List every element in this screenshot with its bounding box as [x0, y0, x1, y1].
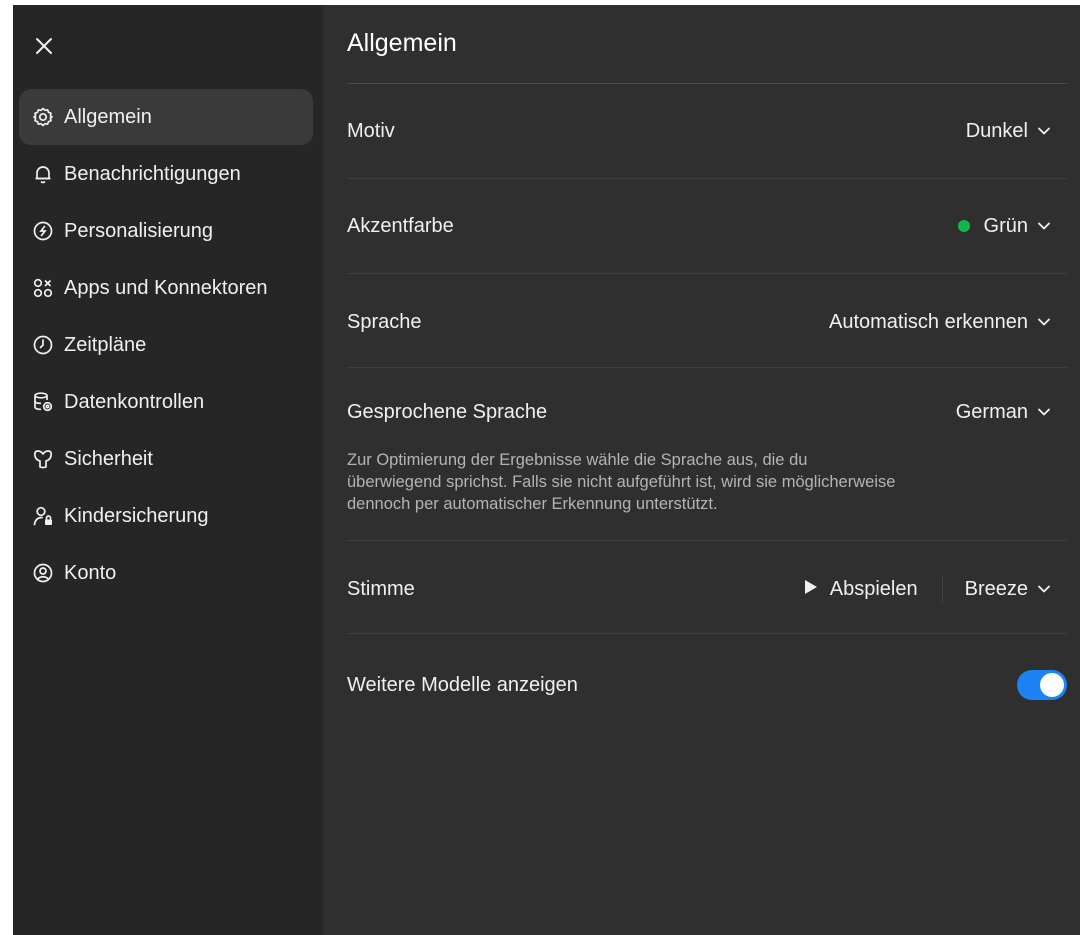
- gear-icon: [32, 106, 54, 128]
- sidebar-item-label: Datenkontrollen: [64, 390, 205, 413]
- row-divider: [347, 367, 1067, 368]
- row-divider: [347, 540, 1067, 541]
- setting-row-voice: Stimme Abspielen Breeze: [347, 569, 1067, 609]
- row-divider: [347, 633, 1067, 634]
- voice-controls: Abspielen Breeze: [804, 575, 1067, 603]
- spoken-language-value: German: [955, 400, 1028, 423]
- settings-dialog: Allgemein Benachrichtigungen Personalisi…: [13, 5, 1080, 935]
- accent-value: Grün: [983, 214, 1028, 237]
- sidebar-item-benachrichtigungen[interactable]: Benachrichtigungen: [19, 146, 313, 202]
- chevron-down-icon: [1037, 407, 1051, 417]
- clock-icon: [32, 334, 54, 356]
- page-title: Allgemein: [347, 29, 457, 57]
- parental-lock-icon: [32, 505, 54, 527]
- theme-label: Motiv: [347, 119, 395, 142]
- setting-row-accent: Akzentfarbe Grün: [347, 206, 1067, 246]
- row-divider: [347, 273, 1067, 274]
- personalization-icon: [32, 220, 54, 242]
- sidebar-item-label: Personalisierung: [64, 219, 213, 242]
- title-divider: [347, 83, 1067, 84]
- sidebar-item-label: Konto: [64, 561, 117, 584]
- sidebar-item-apps[interactable]: Apps und Konnektoren: [19, 260, 313, 316]
- voice-value: Breeze: [964, 577, 1028, 600]
- sidebar-item-datenkontrollen[interactable]: Datenkontrollen: [19, 374, 313, 430]
- more-models-toggle[interactable]: [1017, 670, 1067, 700]
- sidebar-item-label: Kindersicherung: [64, 504, 209, 527]
- sidebar-item-label: Sicherheit: [64, 447, 153, 470]
- description-line: überwiegend sprichst. Falls sie nicht au…: [347, 473, 896, 491]
- language-value: Automatisch erkennen: [828, 310, 1028, 333]
- voice-dropdown[interactable]: Breeze: [965, 578, 1067, 601]
- toggle-knob: [1040, 673, 1064, 697]
- sidebar-item-sicherheit[interactable]: Sicherheit: [19, 431, 313, 487]
- play-icon: [804, 579, 818, 600]
- sidebar-item-allgemein[interactable]: Allgemein: [19, 89, 313, 145]
- chevron-down-icon: [1037, 584, 1051, 594]
- voice-label: Stimme: [347, 577, 415, 600]
- language-dropdown[interactable]: Automatisch erkennen: [829, 311, 1067, 334]
- description-line: dennoch per automatischer Erkennung unte…: [347, 495, 718, 513]
- database-gear-icon: [32, 391, 54, 413]
- close-button[interactable]: [32, 34, 56, 58]
- sidebar-item-zeitplaene[interactable]: Zeitpläne: [19, 317, 313, 373]
- accent-label: Akzentfarbe: [347, 214, 454, 237]
- account-icon: [32, 562, 54, 584]
- voice-divider: [941, 575, 943, 603]
- accent-color-dot: [957, 220, 970, 232]
- theme-value: Dunkel: [965, 119, 1028, 142]
- chevron-down-icon: [1037, 126, 1051, 136]
- description-line: Zur Optimierung der Ergebnisse wähle die…: [347, 451, 808, 469]
- bell-icon: [32, 163, 54, 185]
- chevron-down-icon: [1037, 221, 1051, 231]
- close-icon: [36, 38, 52, 54]
- theme-dropdown[interactable]: Dunkel: [966, 120, 1067, 143]
- settings-sidebar: Allgemein Benachrichtigungen Personalisi…: [13, 5, 323, 935]
- spoken-language-label: Gesprochene Sprache: [347, 400, 548, 423]
- spoken-language-description: Zur Optimierung der Ergebnisse wähle die…: [347, 449, 1007, 515]
- row-divider: [347, 178, 1067, 179]
- security-icon: [32, 448, 54, 470]
- setting-row-theme: Motiv Dunkel: [347, 111, 1067, 151]
- settings-nav: Allgemein Benachrichtigungen Personalisi…: [19, 89, 313, 602]
- spoken-language-dropdown[interactable]: German: [956, 401, 1067, 424]
- sidebar-item-konto[interactable]: Konto: [19, 545, 313, 601]
- play-label: Abspielen: [829, 577, 918, 600]
- play-voice-button[interactable]: Abspielen: [804, 578, 918, 601]
- sidebar-item-kindersicherung[interactable]: Kindersicherung: [19, 488, 313, 544]
- apps-icon: [32, 277, 54, 299]
- sidebar-item-label: Benachrichtigungen: [64, 162, 241, 185]
- settings-content: Allgemein Motiv Dunkel Akzentfarbe Grün: [323, 5, 1080, 935]
- setting-row-language: Sprache Automatisch erkennen: [347, 302, 1067, 342]
- sidebar-item-personalisierung[interactable]: Personalisierung: [19, 203, 313, 259]
- setting-row-spoken-language: Gesprochene Sprache German: [347, 392, 1067, 432]
- language-label: Sprache: [347, 310, 422, 333]
- sidebar-item-label: Allgemein: [64, 105, 152, 128]
- chevron-down-icon: [1037, 317, 1051, 327]
- accent-dropdown[interactable]: Grün: [957, 214, 1067, 238]
- more-models-label: Weitere Modelle anzeigen: [347, 673, 578, 696]
- sidebar-item-label: Apps und Konnektoren: [64, 276, 268, 299]
- sidebar-item-label: Zeitpläne: [64, 333, 147, 356]
- setting-row-more-models: Weitere Modelle anzeigen: [347, 665, 1067, 705]
